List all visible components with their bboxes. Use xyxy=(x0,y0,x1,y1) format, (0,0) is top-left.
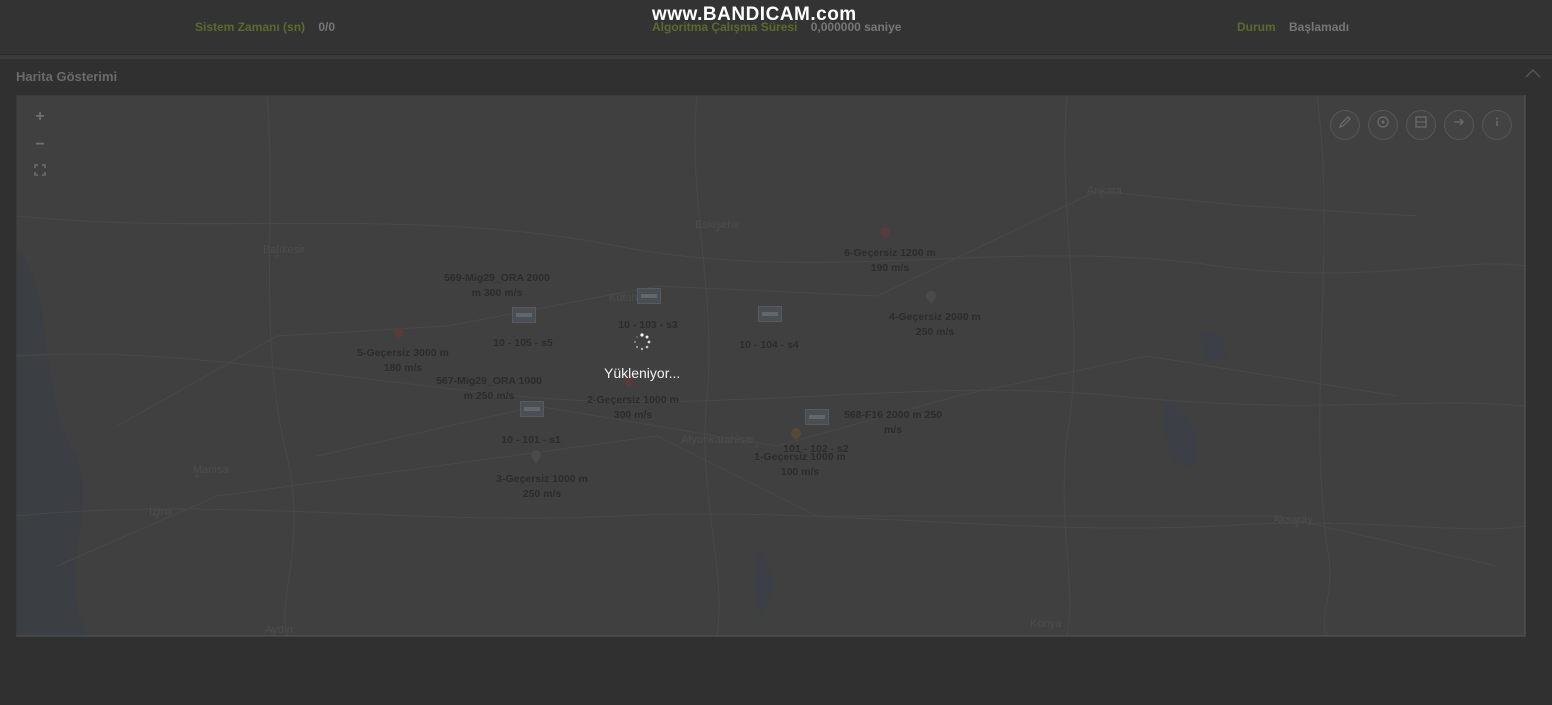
status-state: Durum Başlamadı xyxy=(1237,20,1349,34)
status-value: 0/0 xyxy=(318,20,336,34)
status-system-time: Sistem Zamanı (sn) 0/0 xyxy=(195,20,335,34)
recording-watermark: www.BANDICAM.com xyxy=(652,4,857,25)
status-value: Başlamadı xyxy=(1289,20,1350,34)
app-page: Sistem Zamanı (sn) 0/0 Algoritma Çalışma… xyxy=(0,0,1552,705)
status-label: Sistem Zamanı (sn) xyxy=(195,20,306,34)
chevron-up-icon[interactable] xyxy=(1524,67,1542,81)
spinner-icon xyxy=(634,333,651,351)
loading-text: Yükleniyor... xyxy=(604,365,681,381)
status-label: Durum xyxy=(1237,20,1276,34)
panel-title: Harita Gösterimi xyxy=(16,69,118,84)
loading-overlay xyxy=(16,95,1524,635)
